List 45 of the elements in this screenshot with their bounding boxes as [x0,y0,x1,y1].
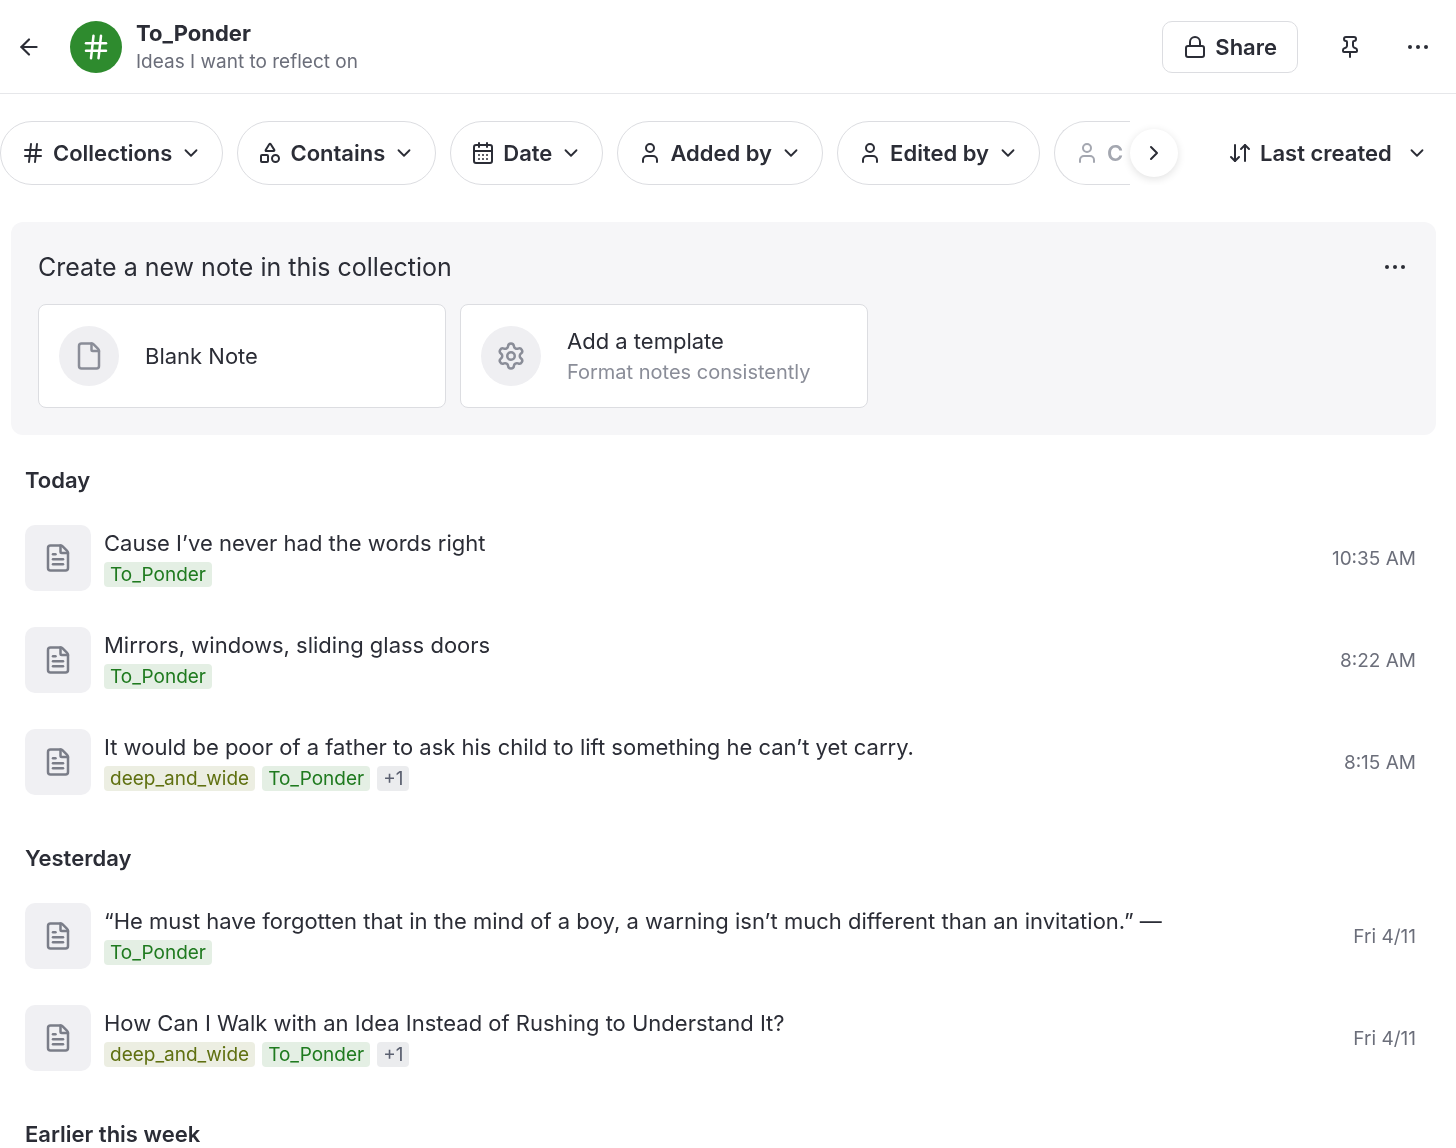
section-heading: Today [24,466,92,495]
template-card[interactable]: Add a template Format notes consistently [460,304,868,408]
hash-icon [21,141,45,165]
shapes-icon [258,141,283,165]
collection-title: To_Ponder [136,20,252,46]
option-title: Blank Note [145,343,258,369]
option-subtitle: Format notes consistently [567,360,811,384]
filter-button[interactable]: Edited by [837,121,1040,185]
collection-subtitle: Ideas I want to reflect on [136,50,359,73]
note-title[interactable]: It would be poor of a father to ask his child to lift something he can’t yet carry. [104,733,1331,760]
note-title[interactable]: How Can I Walk with an Idea Instead of Rushing to Understand It? [104,1009,1341,1036]
more-icon [1385,265,1405,269]
tag[interactable]: deep_and_wide [104,765,256,791]
more-icon [1408,44,1428,49]
filter-button[interactable]: Contains [237,121,437,185]
sort-arrows-icon [1228,141,1252,165]
tag[interactable]: To_Ponder [104,939,212,965]
tag[interactable]: deep_and_wide [104,1041,256,1067]
sort-button[interactable]: Last created [1222,139,1434,167]
note-title[interactable]: “He must have forgotten that in the mind of a boy, a warning isn’t much different than an invitation.” — [104,907,1341,934]
share-button[interactable]: Share [1162,20,1298,73]
filter-button[interactable]: Collections [0,121,224,185]
note-time: 10:35 AM [1331,546,1416,570]
tag[interactable]: To_Ponder [262,765,371,791]
tag[interactable]: +1 [377,765,410,791]
note-title[interactable]: Mirrors, windows, sliding glass doors [104,631,1327,658]
panel-title: Create a new note in this collection [38,252,452,282]
calendar-icon [471,141,496,165]
section-heading: Earlier this week [24,1120,202,1148]
note-time: Fri 4/11 [1353,924,1416,948]
filter-button[interactable]: Date [450,121,604,185]
note-title[interactable]: Cause I’ve never had the words right [104,529,1319,556]
blank-note-card[interactable]: Blank Note [38,304,446,408]
note-time: 8:15 AM [1343,750,1416,774]
filter-button[interactable]: Added by [617,121,824,185]
gear-icon [496,341,526,371]
tag[interactable]: To_Ponder [104,561,212,587]
note-time: Fri 4/11 [1353,1026,1416,1050]
section-heading: Yesterday [24,844,133,873]
option-title: Add a template [567,328,725,354]
tag[interactable]: To_Ponder [104,663,212,689]
tag[interactable]: +1 [377,1041,410,1067]
note-time: 8:22 AM [1339,648,1416,672]
tag[interactable]: To_Ponder [262,1041,371,1067]
lock-icon [1183,34,1208,59]
